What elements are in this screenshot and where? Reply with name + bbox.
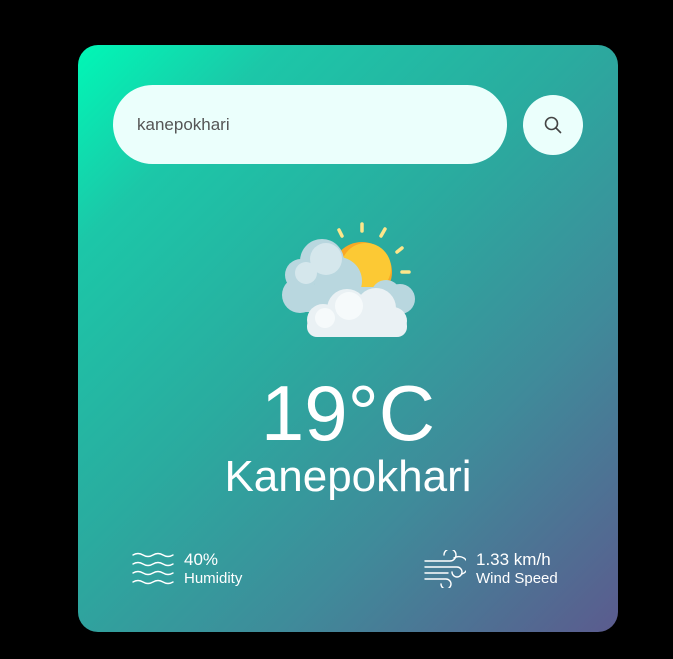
- humidity-label: Humidity: [184, 570, 243, 587]
- search-icon: [544, 116, 562, 134]
- wind-speed-value: 1.33 km/h: [476, 550, 551, 569]
- humidity-value: 40%: [184, 550, 219, 569]
- partly-cloudy-icon: [282, 222, 415, 337]
- wind-detail: 1.33 km/h Wind Speed: [424, 550, 558, 588]
- wind-speed-label: Wind Speed: [476, 570, 558, 587]
- humidity-waves-icon: [132, 552, 174, 585]
- city-name: Kanepokhari: [224, 452, 472, 501]
- search-button[interactable]: [523, 95, 583, 155]
- temperature: 19°C: [260, 369, 436, 457]
- weather-card: 19°C Kanepokhari 40% Humidity: [78, 45, 618, 632]
- humidity-detail: 40% Humidity: [132, 550, 242, 588]
- wind-icon: [424, 550, 466, 588]
- city-search-input[interactable]: [113, 85, 507, 164]
